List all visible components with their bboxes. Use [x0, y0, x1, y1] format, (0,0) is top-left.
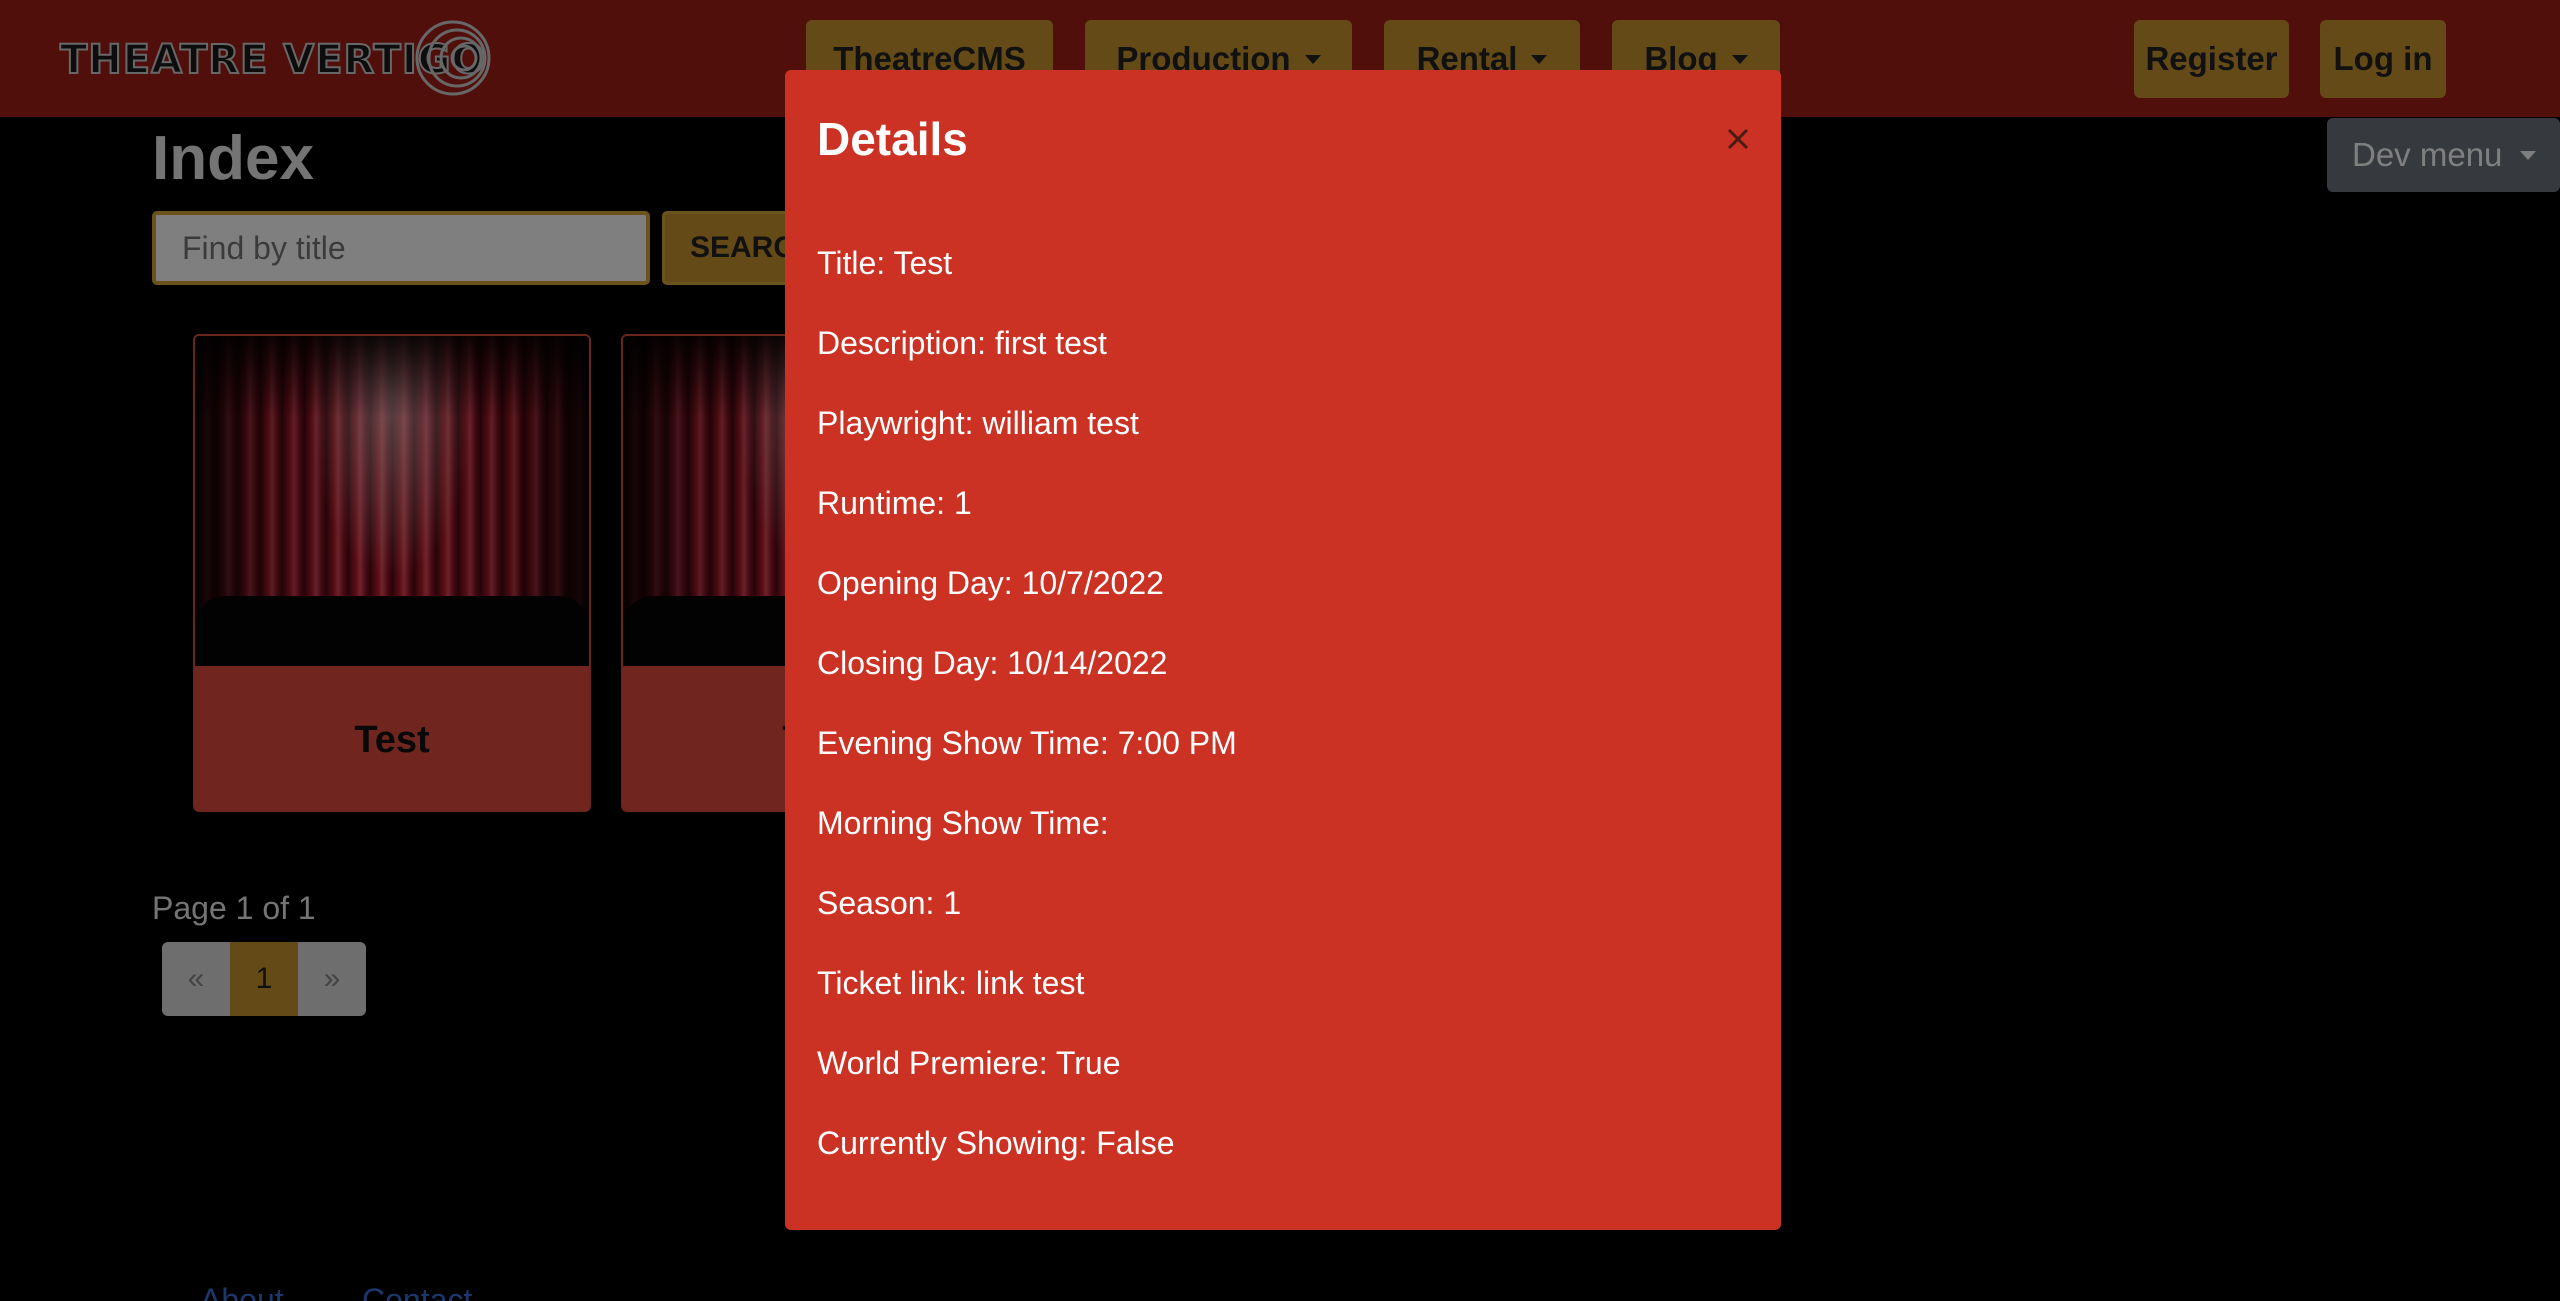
detail-playwright: Playwright: william test — [817, 405, 1139, 441]
detail-title: Title: Test — [817, 245, 953, 281]
detail-ticket-link: Ticket link: link test — [817, 965, 1085, 1001]
details-modal: Details Title: Test Description: first t… — [785, 70, 1781, 1230]
detail-evening-show-time: Evening Show Time: 7:00 PM — [817, 725, 1237, 761]
modal-title: Details — [817, 113, 968, 165]
detail-currently-showing: Currently Showing: False — [817, 1125, 1175, 1161]
detail-season: Season: 1 — [817, 885, 962, 921]
detail-description: Description: first test — [817, 325, 1107, 361]
close-icon — [1727, 128, 1749, 150]
detail-morning-show-time: Morning Show Time: — [817, 805, 1109, 841]
detail-closing-day: Closing Day: 10/14/2022 — [817, 645, 1168, 681]
close-button[interactable] — [1715, 116, 1761, 162]
detail-runtime: Runtime: 1 — [817, 485, 972, 521]
detail-opening-day: Opening Day: 10/7/2022 — [817, 565, 1164, 601]
detail-world-premiere: World Premiere: True — [817, 1045, 1121, 1081]
